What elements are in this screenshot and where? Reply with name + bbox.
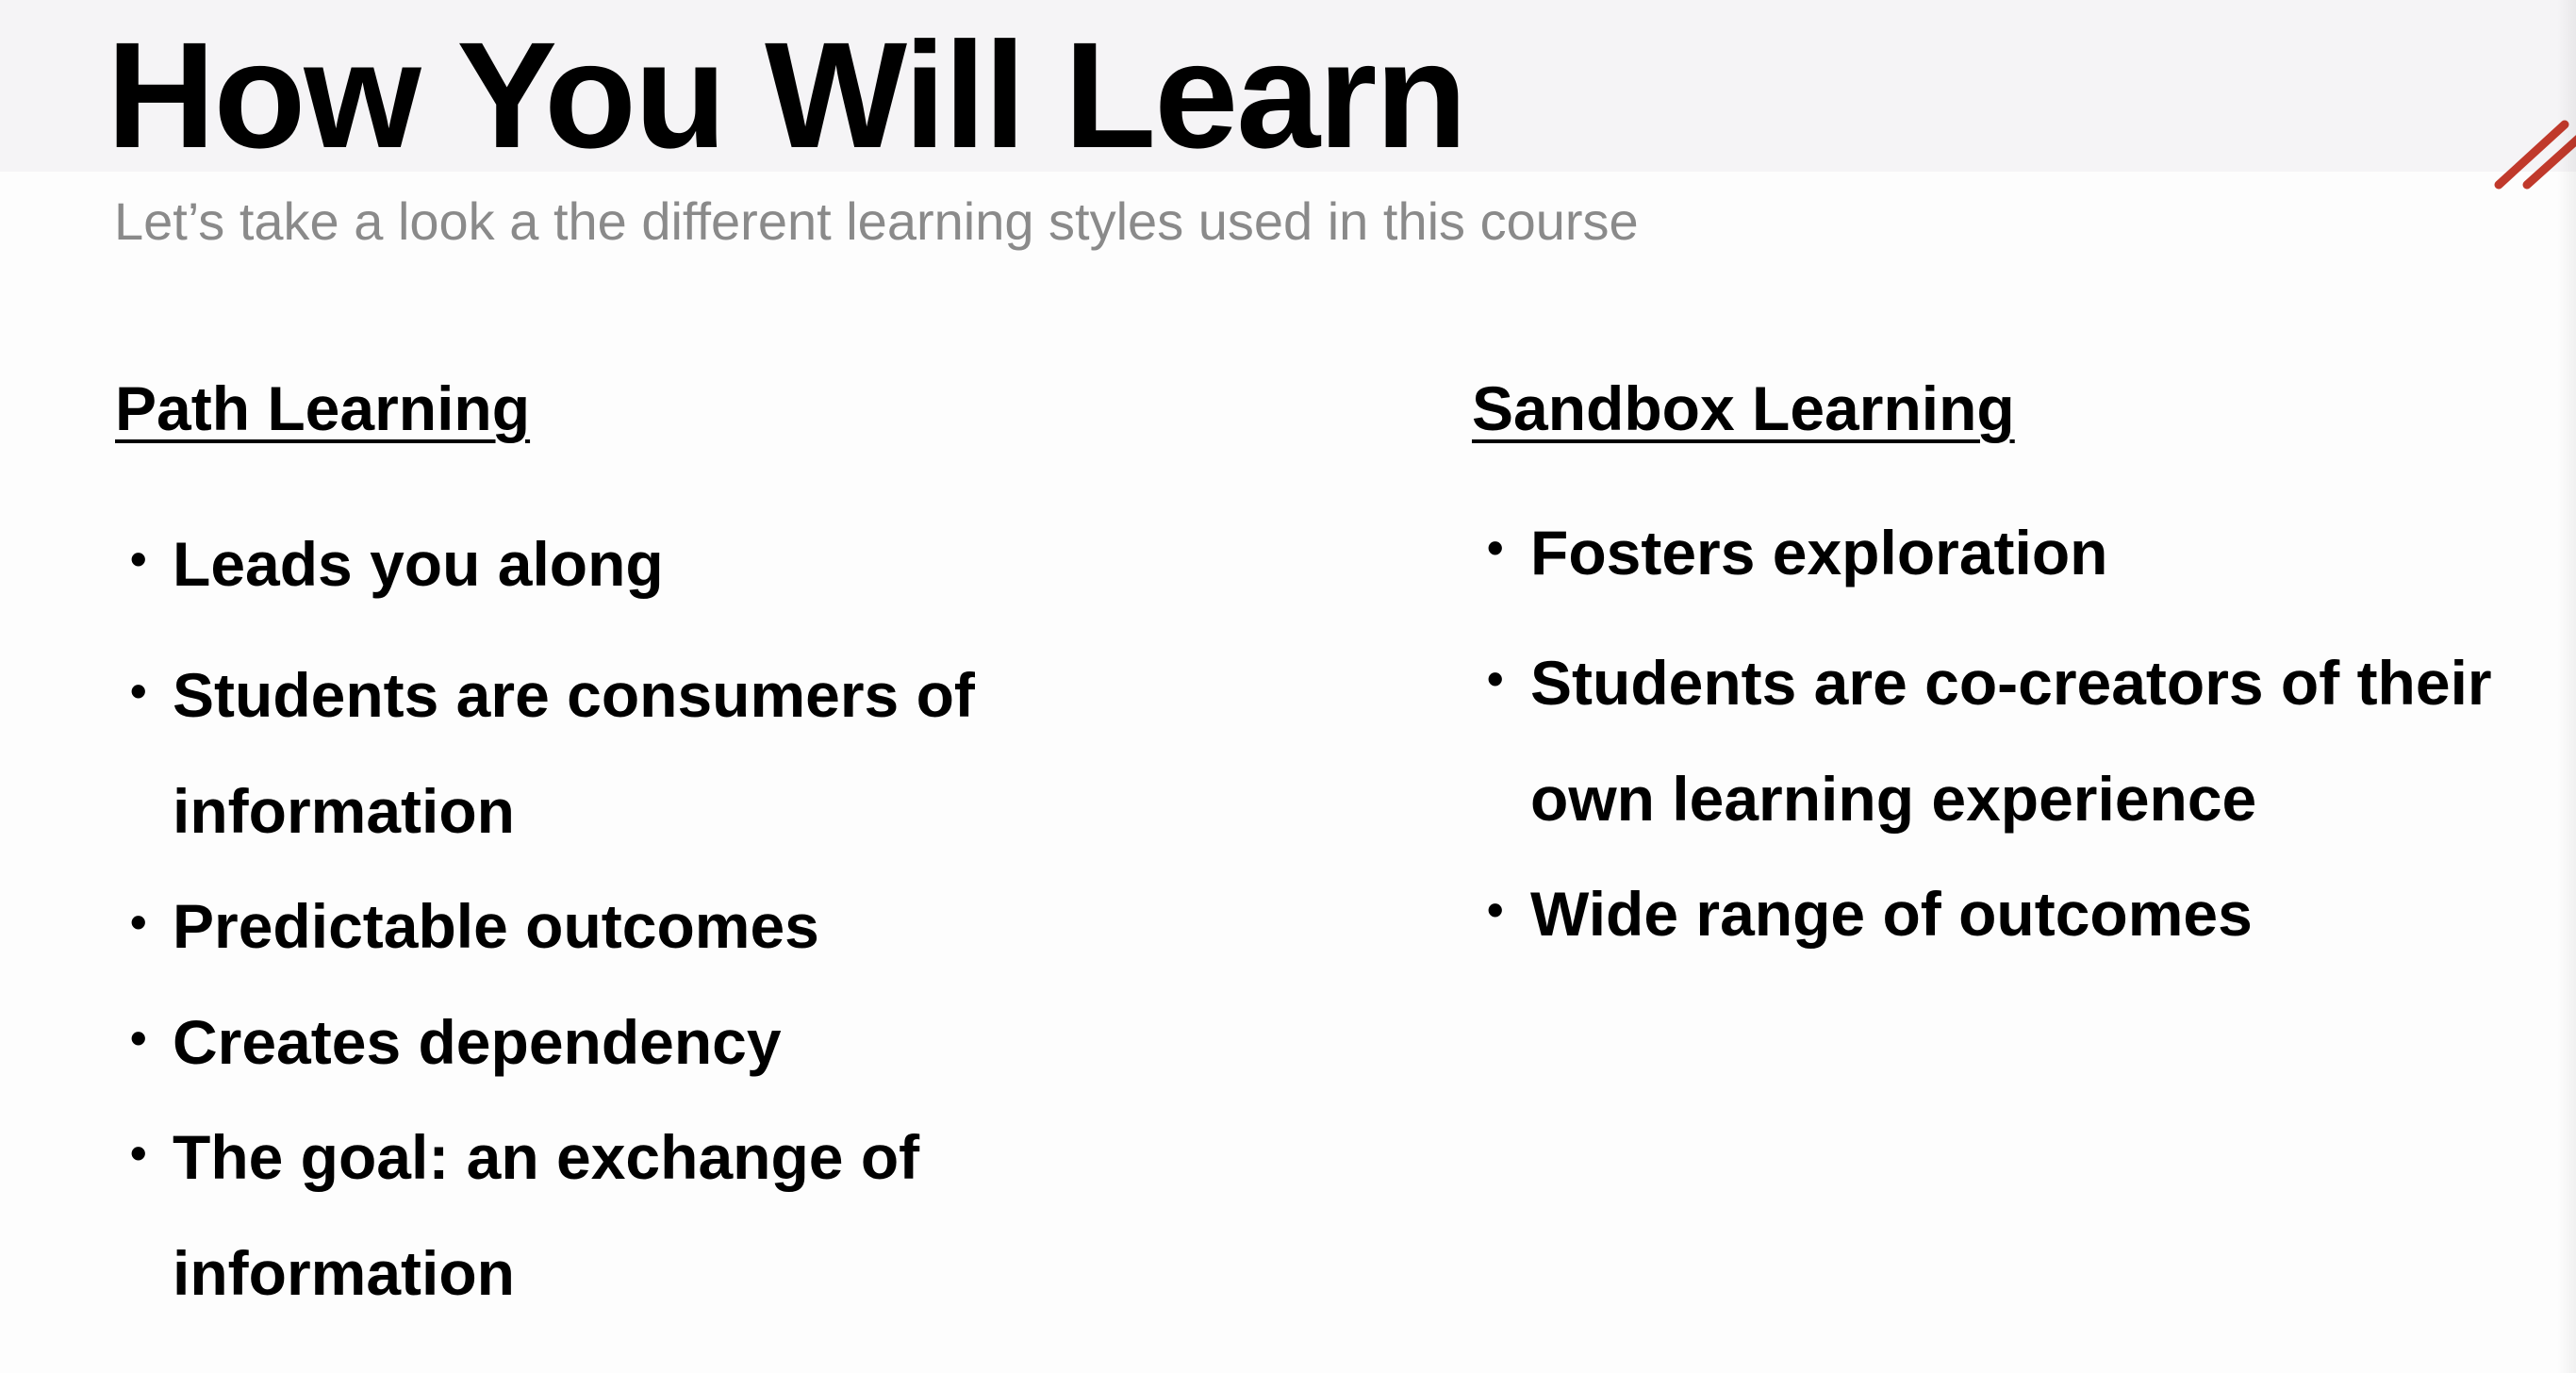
page-edge-shadow [2557,0,2576,1373]
sandbox-bullet-3: Wide range of outcomes [1530,879,2253,949]
slide-subtitle: Let’s take a look a the different learni… [114,191,1639,251]
path-bullet-2-line-2: information [173,776,515,846]
slide: How You Will Learn Let’s take a look a t… [0,0,2576,1373]
sandbox-learning-heading: Sandbox Learning [1472,373,2015,443]
bullet-dot-icon: • [1487,653,1504,705]
sandbox-bullet-2-line-2: own learning experience [1530,764,2257,834]
path-learning-heading: Path Learning [115,373,531,443]
bullet-dot-icon: • [130,665,147,718]
bullet-dot-icon: • [130,896,147,949]
bullet-dot-icon: • [130,533,147,586]
path-bullet-3: Predictable outcomes [173,891,819,961]
slide-title: How You Will Learn [107,10,1467,179]
bullet-dot-icon: • [130,1127,147,1180]
path-bullet-5-line-1: The goal: an exchange of [173,1122,920,1192]
sandbox-bullet-1: Fosters exploration [1530,518,2108,587]
bullet-dot-icon: • [1487,521,1504,574]
path-bullet-5-line-2: information [173,1238,515,1308]
bullet-dot-icon: • [1487,884,1504,936]
bullet-dot-icon: • [130,1012,147,1065]
sandbox-bullet-2-line-1: Students are co-creators of their [1530,648,2492,718]
path-bullet-1: Leads you along [173,529,664,599]
path-bullet-2-line-1: Students are consumers of [173,660,975,730]
path-bullet-4: Creates dependency [173,1007,782,1077]
